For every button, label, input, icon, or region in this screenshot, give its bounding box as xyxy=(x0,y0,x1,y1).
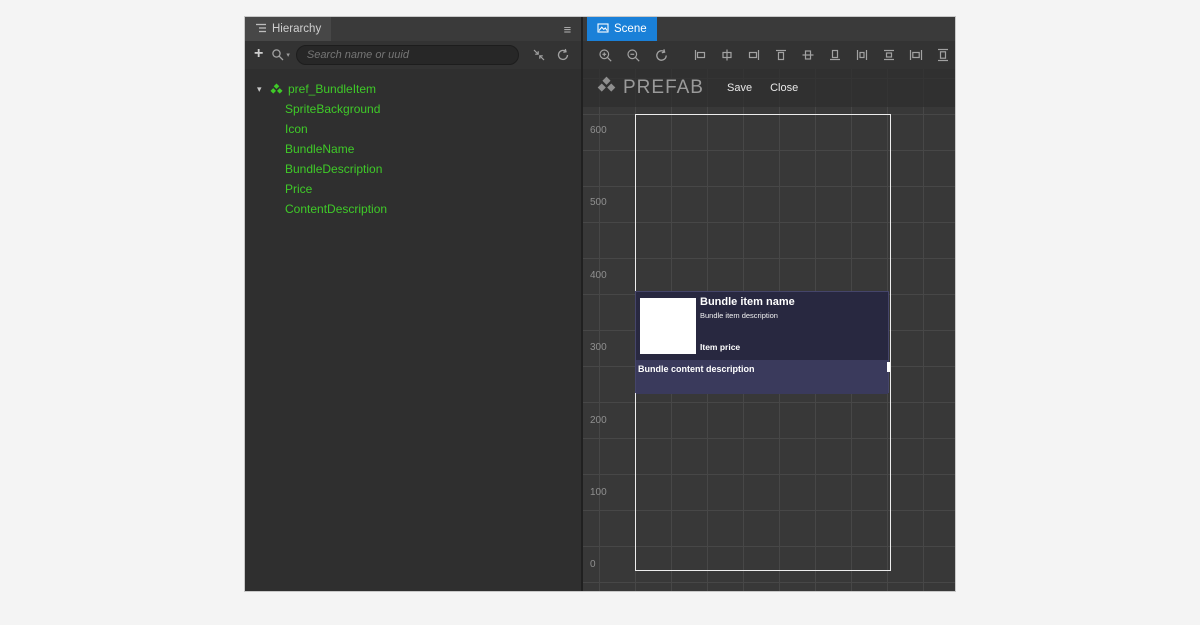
content-description-text: Bundle content description xyxy=(638,364,888,374)
tree-node-label: Price xyxy=(285,182,312,196)
tree-node[interactable]: BundleDescription xyxy=(245,159,581,179)
hierarchy-panel: Hierarchy ≡ + ▾ ▾ pref_ xyxy=(245,17,581,591)
save-button[interactable]: Save xyxy=(718,80,761,96)
caret-down-icon: ▾ xyxy=(286,51,290,59)
tree-node-label: SpriteBackground xyxy=(285,102,380,116)
ruler-label: 400 xyxy=(590,270,607,281)
stretch-vertical-icon[interactable] xyxy=(931,48,955,62)
align-horizontal-center-icon[interactable] xyxy=(715,48,739,62)
tree-node[interactable]: BundleName xyxy=(245,139,581,159)
panel-menu-icon[interactable]: ≡ xyxy=(554,17,582,41)
zoom-out-icon[interactable] xyxy=(621,48,646,63)
tree-node-label: BundleName xyxy=(285,142,354,156)
ruler-label: 0 xyxy=(590,559,596,570)
refresh-icon[interactable] xyxy=(551,48,575,62)
tree-node[interactable]: Price xyxy=(245,179,581,199)
ruler-label: 300 xyxy=(590,342,607,353)
bundle-description-text: Bundle item description xyxy=(700,311,778,320)
item-price-text: Item price xyxy=(700,342,740,352)
scene-panel: Scene xyxy=(583,17,955,591)
expand-arrow-icon[interactable]: ▾ xyxy=(257,84,270,95)
hierarchy-tree-icon xyxy=(255,22,267,37)
align-top-icon[interactable] xyxy=(769,48,793,62)
ruler-label: 600 xyxy=(590,125,607,136)
hierarchy-tree: ▾ pref_BundleItem SpriteBackground Icon … xyxy=(245,69,581,591)
tab-scene-label: Scene xyxy=(614,23,647,35)
zoom-in-icon[interactable] xyxy=(593,48,618,63)
prefab-icon xyxy=(597,76,616,100)
hierarchy-toolbar: + ▾ xyxy=(245,41,581,69)
close-button[interactable]: Close xyxy=(761,80,807,96)
tab-scene[interactable]: Scene xyxy=(587,17,657,41)
ruler-label: 100 xyxy=(590,487,607,498)
icon-sprite xyxy=(640,298,696,354)
prefab-icon xyxy=(270,83,283,96)
ruler-label: 500 xyxy=(590,197,607,208)
tree-node-label: ContentDescription xyxy=(285,202,387,216)
search-icon xyxy=(271,48,285,62)
stretch-horizontal-icon[interactable] xyxy=(904,48,928,62)
hierarchy-panel-header: Hierarchy ≡ xyxy=(245,17,581,41)
add-node-button[interactable]: + xyxy=(245,46,269,64)
align-right-icon[interactable] xyxy=(742,48,766,62)
content-description-block: Bundle content description xyxy=(636,360,888,394)
selected-node-preview[interactable]: Bundle item name Bundle item description… xyxy=(635,291,889,393)
prefab-bar: PREFAB Save Close xyxy=(583,69,955,107)
scene-canvas[interactable]: 600 500 400 300 200 100 0 Bundle item na… xyxy=(583,69,955,591)
search-filter-button[interactable]: ▾ xyxy=(269,48,294,62)
tab-hierarchy-label: Hierarchy xyxy=(272,23,321,35)
tab-hierarchy[interactable]: Hierarchy xyxy=(245,17,331,41)
scene-image-icon xyxy=(597,22,609,37)
reset-view-icon[interactable] xyxy=(649,48,674,63)
collapse-all-icon[interactable] xyxy=(527,48,551,62)
align-bottom-icon[interactable] xyxy=(823,48,847,62)
tree-node[interactable]: ContentDescription xyxy=(245,199,581,219)
tree-node-label: BundleDescription xyxy=(285,162,382,176)
tree-node-label: pref_BundleItem xyxy=(288,82,376,96)
tree-node[interactable]: Icon xyxy=(245,119,581,139)
editor-window: Hierarchy ≡ + ▾ ▾ pref_ xyxy=(245,17,955,591)
search-input[interactable] xyxy=(296,45,519,65)
bundle-name-text: Bundle item name xyxy=(700,296,795,308)
distribute-vertical-icon[interactable] xyxy=(877,48,901,62)
resize-handle[interactable] xyxy=(887,362,890,372)
tree-node-root[interactable]: ▾ pref_BundleItem xyxy=(245,79,581,99)
ruler-label: 200 xyxy=(590,415,607,426)
align-left-icon[interactable] xyxy=(688,48,712,62)
scene-toolbar xyxy=(583,41,955,69)
tree-node[interactable]: SpriteBackground xyxy=(245,99,581,119)
prefab-mode-label: PREFAB xyxy=(623,77,704,99)
bundle-item-block: Bundle item name Bundle item description… xyxy=(636,292,888,360)
tree-node-label: Icon xyxy=(285,122,308,136)
align-vertical-center-icon[interactable] xyxy=(796,48,820,62)
scene-panel-header: Scene xyxy=(583,17,955,41)
distribute-horizontal-icon[interactable] xyxy=(850,48,874,62)
